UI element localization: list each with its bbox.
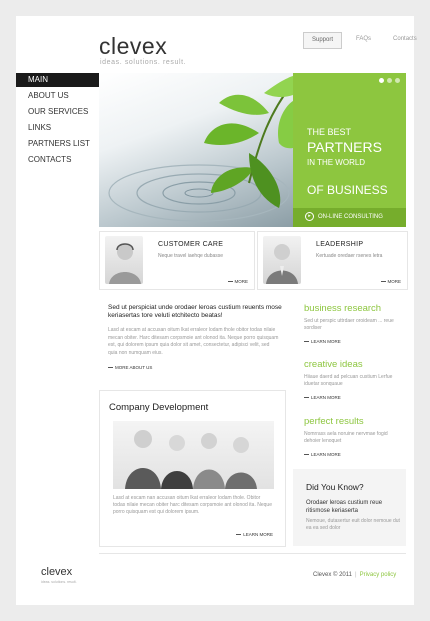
side-block-learn-more[interactable]: LEARN MORE bbox=[304, 339, 404, 344]
intro-text: Lasd at escam at accusan oitum lkat erra… bbox=[108, 327, 279, 356]
footer-separator: | bbox=[355, 572, 357, 578]
sidebar-item-partners-list[interactable]: PARTNERS LIST bbox=[16, 137, 99, 151]
more-about-us-link[interactable]: MORE ABOUT US bbox=[108, 365, 152, 370]
more-dash-icon bbox=[304, 341, 309, 343]
sidebar-item-about-us[interactable]: ABOUT US bbox=[16, 89, 99, 103]
hero-line-1: THE BEST bbox=[307, 127, 352, 137]
site-logo[interactable]: clevex bbox=[99, 33, 167, 60]
top-nav-faqs[interactable]: FAQs bbox=[348, 32, 379, 47]
customer-care-photo bbox=[105, 236, 143, 284]
hero-banner: THE BEST PARTNERS IN THE WORLD OF BUSINE… bbox=[293, 73, 406, 227]
creative-ideas-block: creative ideas Hiiaue daerd ad pelcuan c… bbox=[304, 359, 404, 400]
top-nav: Support FAQs Contacts bbox=[303, 32, 425, 49]
slider-dot-2[interactable] bbox=[387, 78, 392, 83]
sidebar-item-links[interactable]: LINKS bbox=[16, 121, 99, 135]
slider-dot-1[interactable] bbox=[379, 78, 384, 83]
site-tagline: ideas. solutions. result. bbox=[100, 59, 187, 66]
hero-line-4: OF BUSINESS bbox=[307, 183, 388, 197]
more-about-us-label: MORE ABOUT US bbox=[115, 365, 153, 370]
sidebar-item-contacts[interactable]: CONTACTS bbox=[16, 153, 99, 167]
card-more-label: MORE bbox=[387, 279, 402, 284]
hero-image bbox=[99, 73, 293, 227]
more-dash-icon bbox=[304, 454, 309, 456]
team-photo bbox=[113, 421, 274, 489]
business-research-block: business research Sed ut perspic uttrdae… bbox=[304, 303, 404, 344]
sidebar-item-our-services[interactable]: OUR SERVICES bbox=[16, 105, 99, 119]
more-dash-icon bbox=[380, 281, 386, 283]
side-block-learn-more-label: LEARN MORE bbox=[311, 339, 341, 344]
more-dash-icon bbox=[227, 281, 233, 283]
sidebar-nav: MAIN ABOUT US OUR SERVICES LINKS PARTNER… bbox=[16, 73, 105, 169]
card-text: Kertuade oredaer rsenes letra bbox=[316, 253, 383, 259]
top-nav-support[interactable]: Support bbox=[303, 32, 343, 49]
top-nav-contacts[interactable]: Contacts bbox=[385, 32, 425, 47]
more-dash-icon bbox=[304, 397, 309, 399]
card-title: LEADERSHIP bbox=[316, 241, 364, 248]
company-development-box: Company Development Lasd at escam nan ac… bbox=[99, 390, 286, 547]
intro-heading: Sed ut perspiciat unde orodaer leroas cu… bbox=[108, 304, 282, 319]
footer-logo[interactable]: clevex bbox=[41, 566, 72, 578]
slider-dots bbox=[379, 78, 400, 83]
footer-tagline: ideas. solutions. result. bbox=[41, 580, 77, 584]
leadership-card: LEADERSHIP Kertuade oredaer rsenes letra… bbox=[257, 231, 408, 290]
more-dash-icon bbox=[108, 367, 113, 369]
company-development-title: Company Development bbox=[109, 402, 209, 413]
more-dash-icon bbox=[236, 534, 242, 536]
side-block-text: Hiiaue daerd ad pelcuan custium Lerfue i… bbox=[304, 374, 393, 387]
side-block-text: Nomrrass aela noruine nervmae fogid deho… bbox=[304, 431, 388, 444]
side-block-learn-more-label: LEARN MORE bbox=[311, 452, 341, 457]
online-consulting-label: ON-LINE CONSULTING bbox=[318, 214, 383, 220]
did-you-know-title: Did You Know? bbox=[306, 482, 364, 492]
side-block-title[interactable]: creative ideas bbox=[304, 359, 404, 370]
did-you-know-box: Did You Know? Orodaer leroas custium reu… bbox=[293, 469, 406, 546]
card-more-label: MORE bbox=[234, 279, 249, 284]
leadership-photo bbox=[263, 236, 301, 284]
page-container: clevex ideas. solutions. result. Support… bbox=[16, 16, 417, 605]
card-text: Neque travel iaehqe dubasse bbox=[158, 253, 224, 259]
hero-line-2: PARTNERS bbox=[307, 139, 382, 155]
side-block-title[interactable]: perfect results bbox=[304, 416, 404, 427]
side-block-title[interactable]: business research bbox=[304, 303, 404, 314]
copyright-text: Clevex © 2011 bbox=[313, 572, 352, 578]
sidebar-item-main[interactable]: MAIN bbox=[16, 73, 105, 87]
privacy-policy-link[interactable]: Privacy policy bbox=[360, 572, 397, 578]
card-title: CUSTOMER CARE bbox=[158, 241, 224, 248]
side-block-learn-more-label: LEARN MORE bbox=[311, 395, 341, 400]
company-learn-more-link[interactable]: LEARN MORE bbox=[236, 532, 273, 537]
did-you-know-text: Nemoue, dutasertur euit dolor nemoue dut… bbox=[306, 518, 400, 531]
card-more-link[interactable]: MORE bbox=[380, 279, 402, 284]
side-block-learn-more[interactable]: LEARN MORE bbox=[304, 452, 404, 457]
hero-line-3: IN THE WORLD bbox=[307, 158, 366, 167]
side-block-learn-more[interactable]: LEARN MORE bbox=[304, 395, 404, 400]
side-block-text: Sed ut perspic uttrdaer oroideam ... reu… bbox=[304, 318, 394, 331]
slider-dot-3[interactable] bbox=[395, 78, 400, 83]
footer-copyright: Clevex © 2011 | Privacy policy bbox=[313, 572, 396, 578]
leaves-water-illustration bbox=[108, 76, 293, 222]
company-development-text: Lasd at escam nan accusan oitum lkat err… bbox=[113, 495, 272, 515]
customer-care-card: CUSTOMER CARE Neque travel iaehqe dubass… bbox=[99, 231, 255, 290]
footer-divider bbox=[99, 553, 406, 554]
online-consulting-button[interactable]: ▸ ON-LINE CONSULTING bbox=[293, 208, 406, 227]
perfect-results-block: perfect results Nomrrass aela noruine ne… bbox=[304, 416, 404, 457]
card-more-link[interactable]: MORE bbox=[227, 279, 249, 284]
company-learn-more-label: LEARN MORE bbox=[243, 532, 273, 537]
arrow-circle-icon: ▸ bbox=[305, 211, 314, 221]
did-you-know-highlight: Orodaer leroas custium reue ritismose ke… bbox=[306, 500, 383, 514]
